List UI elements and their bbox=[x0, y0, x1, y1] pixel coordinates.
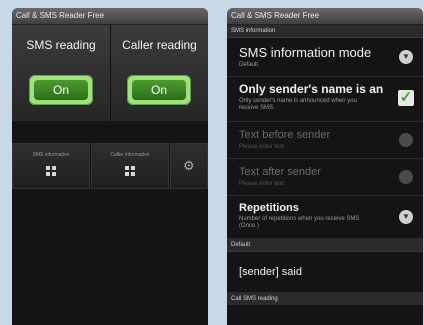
pref-summary: Default bbox=[239, 62, 259, 68]
chevron-down-icon: ▼ bbox=[399, 210, 413, 224]
chevron-down-icon: ▼ bbox=[399, 170, 413, 184]
chevron-down-icon: ▼ bbox=[399, 133, 413, 147]
gear-icon: ⚙ bbox=[183, 158, 195, 173]
chevron-down-icon: ▼ bbox=[399, 50, 413, 64]
pref-text-before-sender[interactable]: Text before sender Please enter text ▼ bbox=[227, 122, 423, 159]
caller-information-label: Caller information bbox=[110, 152, 150, 158]
grid-icon bbox=[125, 166, 135, 176]
caller-reading-label: Caller reading bbox=[122, 38, 197, 52]
sms-information-label: SMS information bbox=[32, 152, 70, 158]
section-header-call-sms-reading: Call SMS reading bbox=[227, 293, 423, 305]
right-phone-screen: Call & SMS Reader Free SMS information S… bbox=[227, 8, 423, 325]
caller-reading-toggle-button[interactable]: On bbox=[127, 75, 191, 105]
caller-reading-toggle-label: On bbox=[132, 80, 186, 100]
left-phone-screen: Call & SMS Reader Free SMS reading On Ca… bbox=[12, 8, 208, 325]
pref-only-sender-name[interactable]: Only sender's name is an Only sender's n… bbox=[227, 77, 423, 122]
pref-summary: Number of repetitions when you receive S… bbox=[239, 216, 360, 229]
pref-title: Repetitions bbox=[239, 202, 299, 214]
toggle-tiles: SMS reading On Caller reading On bbox=[12, 25, 208, 121]
info-tiles-row: SMS information Caller information ⚙ bbox=[12, 143, 208, 189]
pref-repetitions[interactable]: Repetitions Number of repetitions when y… bbox=[227, 196, 423, 239]
pref-title: Text before sender bbox=[239, 129, 331, 141]
caller-information-tile[interactable]: Caller information bbox=[91, 143, 169, 189]
check-icon[interactable]: ✓ bbox=[398, 90, 414, 106]
pref-default-text[interactable]: [sender] said bbox=[227, 252, 423, 293]
settings-tile[interactable]: ⚙ bbox=[170, 143, 208, 189]
pref-title: Only sender's name is an bbox=[239, 82, 384, 96]
sms-reading-label: SMS reading bbox=[26, 38, 96, 52]
section-header-sms-information: SMS information bbox=[227, 25, 423, 38]
pref-title: SMS information mode bbox=[239, 45, 372, 60]
pref-summary: Please enter text bbox=[239, 144, 285, 150]
pref-summary: Please enter text bbox=[239, 181, 285, 187]
pref-sms-information-mode[interactable]: SMS information mode Default ▼ bbox=[227, 38, 423, 77]
sms-information-tile[interactable]: SMS information bbox=[12, 143, 90, 189]
sms-reading-toggle-label: On bbox=[34, 80, 88, 100]
pref-title: [sender] said bbox=[239, 266, 302, 278]
app-title-bar: Call & SMS Reader Free bbox=[227, 8, 423, 25]
app-title-bar: Call & SMS Reader Free bbox=[12, 8, 208, 25]
pref-text-after-sender[interactable]: Text after sender Please enter text ▼ bbox=[227, 159, 423, 196]
sms-reading-tile: SMS reading On bbox=[12, 25, 111, 121]
caller-reading-tile: Caller reading On bbox=[111, 25, 208, 121]
pref-summary: Only sender's name is announced when you… bbox=[239, 98, 357, 111]
section-header-default: Default bbox=[227, 239, 423, 252]
grid-icon bbox=[46, 166, 56, 176]
sms-reading-toggle-button[interactable]: On bbox=[29, 75, 93, 105]
pref-title: Text after sender bbox=[239, 166, 321, 178]
